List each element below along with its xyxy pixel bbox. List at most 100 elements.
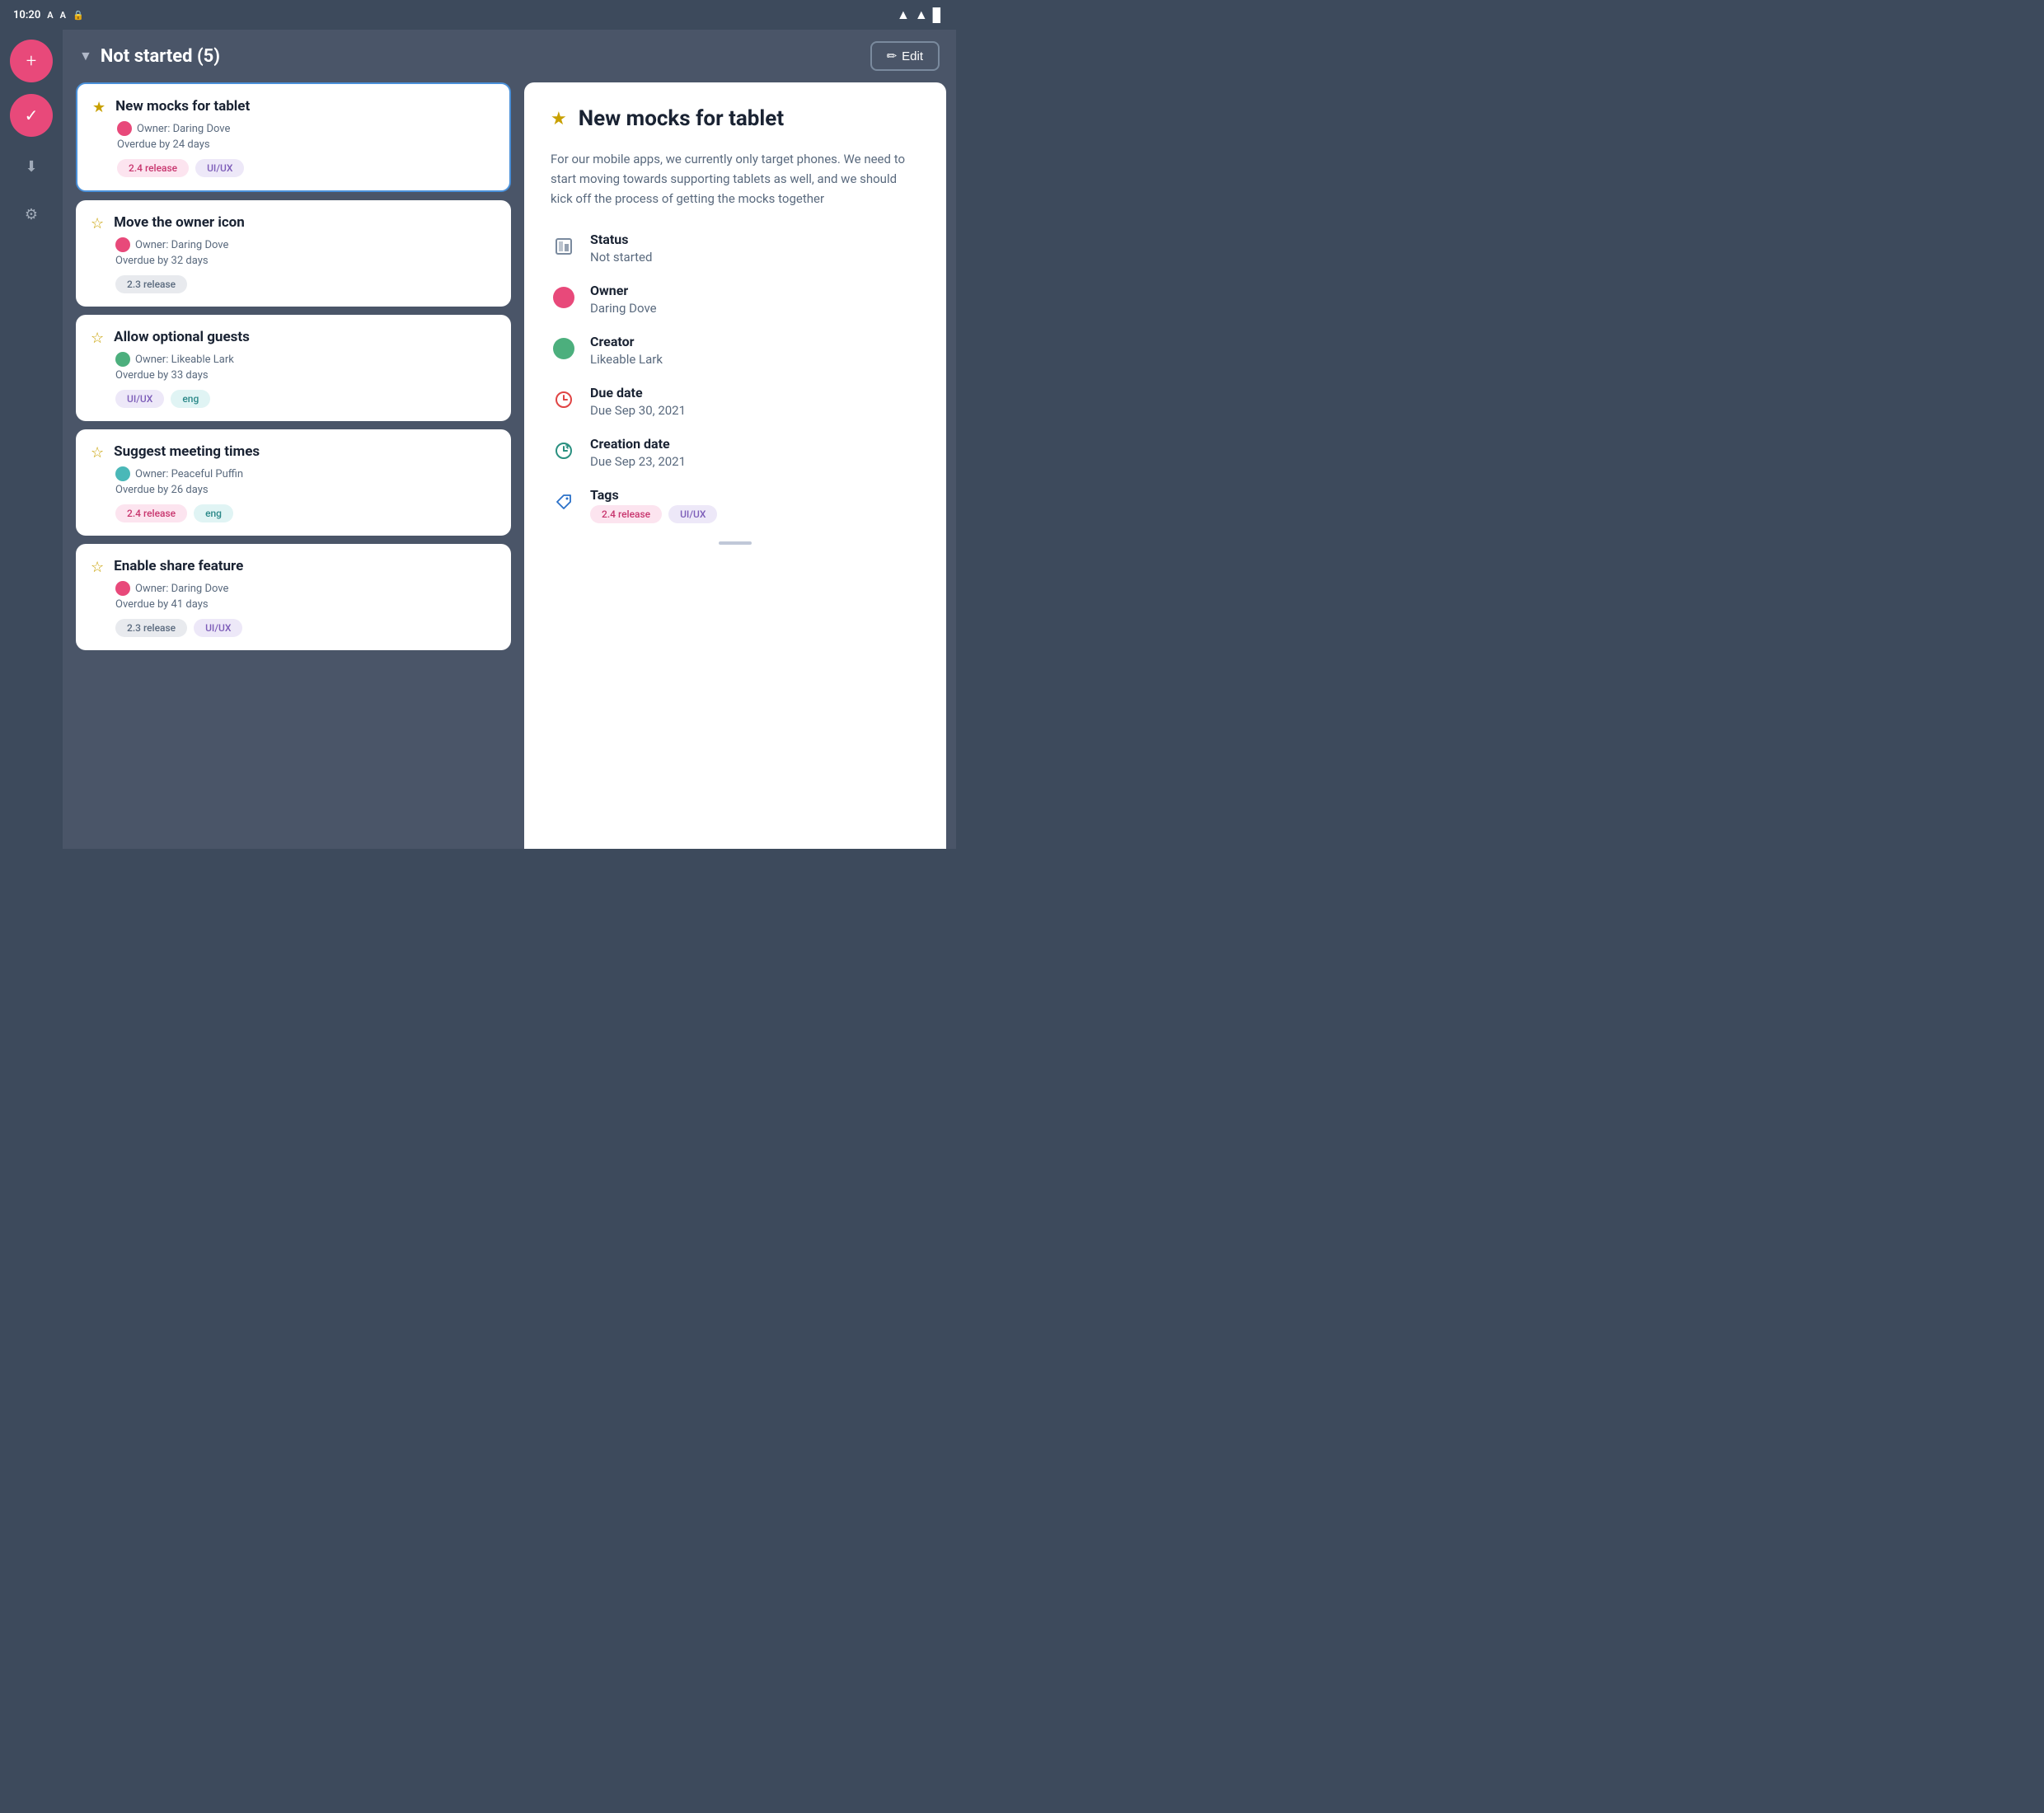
status-label: Status — [590, 232, 920, 247]
app-icon-a1: A — [47, 10, 53, 21]
creator-field: Creator Likeable Lark — [551, 334, 920, 367]
creation-date-label: Creation date — [590, 436, 920, 452]
detail-star-icon[interactable]: ★ — [551, 109, 567, 129]
app-icon-a2: A — [60, 10, 66, 21]
tag[interactable]: UI/UX — [195, 159, 244, 177]
panels: ★ New mocks for tablet Owner: Daring Dov… — [63, 82, 956, 849]
task-meta: Owner: Daring Dove Overdue by 41 days 2.… — [115, 581, 496, 637]
owner-label: Owner — [590, 283, 920, 298]
owner-label: Owner: Likeable Lark — [135, 354, 234, 366]
owner-value: Daring Dove — [590, 301, 920, 316]
main-layout: + ✓ ⬇ ⚙ ▼ Not started (5) ✏ Edit — [0, 30, 956, 849]
detail-title: New mocks for tablet — [579, 105, 784, 133]
status-bar: 10:20 A A 🔒 ▲ ▲ ▊ — [0, 0, 956, 30]
tags-label: Tags — [590, 487, 920, 503]
task-card[interactable]: ☆ Enable share feature Owner: Daring Dov… — [76, 544, 511, 650]
creation-date-value: Due Sep 23, 2021 — [590, 454, 920, 469]
task-card[interactable]: ★ New mocks for tablet Owner: Daring Dov… — [76, 82, 511, 192]
gear-icon: ⚙ — [25, 206, 38, 223]
task-owner: Owner: Peaceful Puffin — [115, 466, 496, 481]
owner-label: Owner: Daring Dove — [135, 239, 228, 251]
tag[interactable]: 2.4 release — [115, 504, 187, 522]
task-card[interactable]: ☆ Suggest meeting times Owner: Peaceful … — [76, 429, 511, 536]
task-card[interactable]: ☆ Move the owner icon Owner: Daring Dove… — [76, 200, 511, 307]
creator-avatar — [553, 338, 574, 359]
task-meta: Owner: Peaceful Puffin Overdue by 26 day… — [115, 466, 496, 522]
detail-tags-row: 2.4 release UI/UX — [590, 505, 920, 523]
status-field-content: Status Not started — [590, 232, 920, 265]
sidebar: + ✓ ⬇ ⚙ — [0, 30, 63, 849]
creation-date-field: + Creation date Due Sep 23, 2021 — [551, 436, 920, 469]
tag[interactable]: 2.3 release — [115, 275, 187, 293]
owner-avatar — [115, 237, 130, 252]
star-empty-icon[interactable]: ☆ — [91, 215, 104, 232]
owner-avatar — [115, 466, 130, 481]
settings-button[interactable]: ⚙ — [13, 196, 49, 232]
task-overdue: Overdue by 33 days — [115, 369, 496, 382]
owner-avatar — [115, 352, 130, 367]
task-card-header: ☆ Allow optional guests — [91, 328, 496, 347]
task-title: Allow optional guests — [114, 328, 250, 346]
star-empty-icon[interactable]: ☆ — [91, 444, 104, 461]
inbox-icon: ⬇ — [25, 158, 37, 176]
creation-date-content: Creation date Due Sep 23, 2021 — [590, 436, 920, 469]
task-card[interactable]: ☆ Allow optional guests Owner: Likeable … — [76, 315, 511, 421]
edit-label: Edit — [902, 49, 923, 63]
tag[interactable]: 2.3 release — [115, 619, 187, 637]
task-title: Suggest meeting times — [114, 443, 260, 461]
detail-tag[interactable]: UI/UX — [668, 505, 717, 523]
tag[interactable]: eng — [171, 390, 210, 408]
signal-icon: ▲ — [915, 7, 928, 23]
lock-icon: 🔒 — [73, 10, 84, 21]
star-empty-icon[interactable]: ☆ — [91, 559, 104, 576]
add-button[interactable]: + — [10, 40, 53, 82]
tags-content: Tags 2.4 release UI/UX — [590, 487, 920, 523]
owner-avatar — [115, 581, 130, 596]
task-tags: 2.3 release UI/UX — [115, 619, 496, 637]
check-icon: ✓ — [25, 105, 39, 125]
star-empty-icon[interactable]: ☆ — [91, 330, 104, 347]
owner-field: Owner Daring Dove — [551, 283, 920, 316]
task-detail-panel: ★ New mocks for tablet For our mobile ap… — [524, 82, 946, 849]
status-bar-right: ▲ ▲ ▊ — [897, 7, 943, 23]
collapse-chevron[interactable]: ▼ — [79, 48, 92, 64]
task-card-header: ☆ Suggest meeting times — [91, 443, 496, 461]
pencil-icon: ✏ — [887, 49, 898, 63]
owner-label: Owner: Daring Dove — [137, 123, 230, 135]
creator-value: Likeable Lark — [590, 352, 920, 367]
tag[interactable]: UI/UX — [115, 390, 164, 408]
due-date-content: Due date Due Sep 30, 2021 — [590, 385, 920, 418]
creator-field-content: Creator Likeable Lark — [590, 334, 920, 367]
tag[interactable]: 2.4 release — [117, 159, 189, 177]
tag[interactable]: eng — [194, 504, 233, 522]
edit-button[interactable]: ✏ Edit — [870, 41, 940, 71]
clock: 10:20 — [13, 9, 40, 21]
tags-icon — [551, 489, 577, 515]
detail-tag[interactable]: 2.4 release — [590, 505, 662, 523]
detail-header: ★ New mocks for tablet — [551, 105, 920, 133]
scroll-indicator — [719, 541, 752, 545]
task-overdue: Overdue by 24 days — [117, 138, 495, 151]
task-overdue: Overdue by 41 days — [115, 598, 496, 611]
tag[interactable]: UI/UX — [194, 619, 242, 637]
creator-label: Creator — [590, 334, 920, 349]
detail-description: For our mobile apps, we currently only t… — [551, 149, 920, 208]
tasks-button[interactable]: ✓ — [10, 94, 53, 137]
star-filled-icon[interactable]: ★ — [92, 99, 105, 116]
task-title: Move the owner icon — [114, 213, 245, 232]
task-title: New mocks for tablet — [115, 97, 250, 115]
task-overdue: Overdue by 26 days — [115, 484, 496, 496]
status-value: Not started — [590, 250, 920, 265]
due-date-field: Due date Due Sep 30, 2021 — [551, 385, 920, 418]
owner-label: Owner: Peaceful Puffin — [135, 468, 243, 480]
task-tags: 2.4 release UI/UX — [117, 159, 495, 177]
owner-field-content: Owner Daring Dove — [590, 283, 920, 316]
task-card-header: ☆ Move the owner icon — [91, 213, 496, 232]
owner-avatar-large — [553, 287, 574, 308]
inbox-button[interactable]: ⬇ — [13, 148, 49, 185]
header: ▼ Not started (5) ✏ Edit — [63, 30, 956, 82]
status-field: Status Not started — [551, 232, 920, 265]
task-owner: Owner: Daring Dove — [115, 237, 496, 252]
due-date-label: Due date — [590, 385, 920, 401]
task-owner: Owner: Daring Dove — [117, 121, 495, 136]
